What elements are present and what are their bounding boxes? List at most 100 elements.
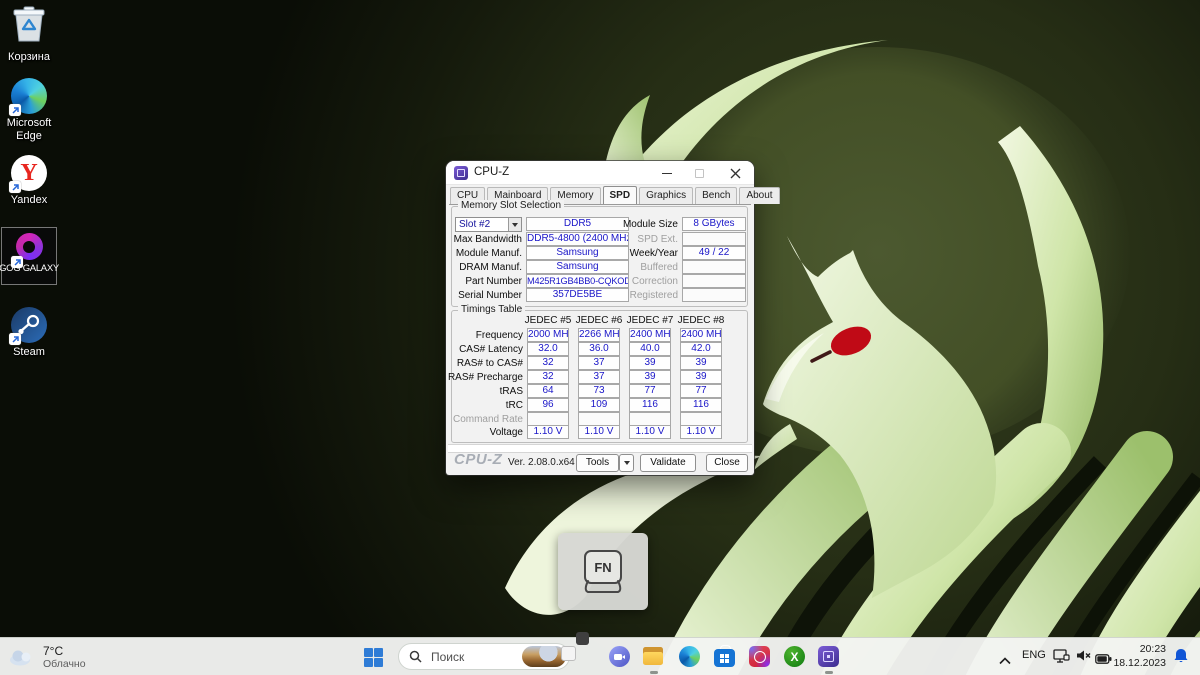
- title-bar[interactable]: CPU-Z: [446, 161, 754, 185]
- timing-cell: [680, 412, 722, 426]
- hidden-icons-chevron-button[interactable]: [999, 652, 1011, 670]
- timing-cell: 1.10 V: [680, 425, 722, 439]
- network-tray-button[interactable]: [1053, 649, 1070, 668]
- chevron-down-icon[interactable]: [508, 218, 521, 231]
- taskbar: 7°C Облачно X ENG: [0, 637, 1200, 675]
- timing-cell: 37: [578, 370, 620, 384]
- tools-dropdown-button[interactable]: [619, 454, 634, 472]
- field-label: Module Size: [596, 218, 678, 231]
- desktop-icon-edge[interactable]: Microsoft Edge: [0, 78, 58, 143]
- volume-muted-icon: [1076, 649, 1091, 662]
- desktop-icon-steam[interactable]: Steam: [0, 307, 58, 359]
- timing-cell: 1.10 V: [578, 425, 620, 439]
- red-circle-app-button[interactable]: [749, 646, 771, 668]
- correction-field: [682, 274, 746, 288]
- field-label: SPD Ext.: [596, 233, 678, 246]
- timing-cell: 2400 MHz: [629, 328, 671, 342]
- timing-cell: 116: [680, 398, 722, 412]
- clock[interactable]: 20:23 18.12.2023: [1108, 642, 1166, 670]
- tab-spd[interactable]: SPD: [603, 186, 638, 204]
- maximize-icon: [695, 169, 704, 178]
- timing-cell: 1.10 V: [629, 425, 671, 439]
- chat-button[interactable]: [609, 646, 631, 668]
- shortcut-arrow-icon: [9, 104, 21, 116]
- red-circle-app-icon: [749, 646, 770, 667]
- group-legend: Timings Table: [458, 304, 525, 315]
- timing-label: CAS# Latency: [446, 343, 523, 356]
- week-year-field: 49 / 22: [682, 246, 746, 260]
- column-header: JEDEC #5: [523, 315, 573, 327]
- timing-cell: 1.10 V: [527, 425, 569, 439]
- chat-icon: [609, 646, 630, 667]
- tab-about[interactable]: About: [739, 187, 779, 204]
- volume-tray-button[interactable]: [1076, 649, 1091, 667]
- xbox-icon: X: [784, 646, 805, 667]
- tray-time: 20:23: [1108, 642, 1166, 656]
- version-text: Ver. 2.08.0.x64: [508, 457, 575, 468]
- search-highlight-image[interactable]: [522, 646, 566, 667]
- timing-cell: 40.0: [629, 342, 671, 356]
- close-app-button[interactable]: Close: [706, 454, 748, 472]
- timing-cell: 32.0: [527, 342, 569, 356]
- timing-cell: 2000 MHz: [527, 328, 569, 342]
- desktop-screen: Корзина Microsoft Edge Y Yandex GOG GALA…: [0, 0, 1200, 675]
- search-box[interactable]: [398, 643, 570, 670]
- field-label: Part Number: [446, 275, 522, 288]
- field-label: Registered: [596, 289, 678, 302]
- minimize-button[interactable]: [652, 161, 682, 185]
- search-icon: [409, 650, 422, 663]
- shortcut-arrow-icon: [9, 181, 21, 193]
- timing-cell: 77: [629, 384, 671, 398]
- column-header: JEDEC #8: [676, 315, 726, 327]
- desktop-icon-yandex[interactable]: Y Yandex: [0, 155, 58, 207]
- cpuz-taskbar-button[interactable]: [818, 646, 840, 668]
- fn-key-osd: FN: [558, 533, 648, 610]
- weather-temperature: 7°C: [43, 645, 86, 658]
- edge-icon: [679, 646, 700, 667]
- tab-graphics[interactable]: Graphics: [639, 187, 693, 204]
- timing-cell: 37: [578, 356, 620, 370]
- module-size-field: 8 GBytes: [682, 217, 746, 231]
- weather-widget[interactable]: 7°C Облачно: [8, 641, 138, 673]
- xbox-button[interactable]: X: [784, 646, 806, 668]
- timing-cell: 39: [629, 356, 671, 370]
- field-label: Serial Number: [446, 289, 522, 302]
- task-view-button[interactable]: [576, 646, 598, 668]
- timing-cell: 77: [680, 384, 722, 398]
- timing-cell: 32: [527, 370, 569, 384]
- slot-select-dropdown[interactable]: Slot #2: [455, 217, 522, 232]
- spd-ext-field: [682, 232, 746, 246]
- search-input[interactable]: [429, 649, 507, 665]
- minimize-icon: [662, 173, 672, 174]
- validate-button[interactable]: Validate: [640, 454, 696, 472]
- desktop-icon-gog-galaxy-selected[interactable]: GOG GALAXY: [1, 227, 57, 285]
- edge-button[interactable]: [679, 646, 701, 668]
- file-explorer-button[interactable]: [643, 646, 665, 668]
- start-button[interactable]: [364, 647, 386, 669]
- timing-label: tRAS: [446, 385, 523, 398]
- desktop-icon-recycle-bin[interactable]: Корзина: [0, 5, 58, 64]
- tools-button[interactable]: Tools: [576, 454, 619, 472]
- timing-cell: 64: [527, 384, 569, 398]
- icon-label: Корзина: [8, 51, 50, 64]
- windows-logo-icon: [364, 647, 383, 666]
- chevron-up-icon: [999, 657, 1011, 665]
- shortcut-arrow-icon: [9, 333, 21, 345]
- fn-keycap-icon: FN: [580, 548, 626, 596]
- timing-cell: [629, 412, 671, 426]
- close-button[interactable]: [718, 161, 752, 185]
- timing-label: tRC: [446, 399, 523, 412]
- icon-label: Yandex: [11, 194, 48, 207]
- timing-cell: 2400 MHz: [680, 328, 722, 342]
- notification-bell-icon: [1173, 648, 1189, 665]
- field-label: Buffered: [596, 261, 678, 274]
- weather-condition: Облачно: [43, 658, 86, 670]
- field-label: Correction: [596, 275, 678, 288]
- timing-cell: [578, 412, 620, 426]
- timing-label: RAS# to CAS#: [446, 357, 523, 370]
- notification-bell-button[interactable]: [1173, 648, 1189, 670]
- microsoft-store-button[interactable]: [714, 646, 736, 668]
- language-indicator[interactable]: ENG: [1022, 649, 1046, 661]
- icon-label: GOG GALAXY: [0, 263, 59, 274]
- tab-bench[interactable]: Bench: [695, 187, 737, 204]
